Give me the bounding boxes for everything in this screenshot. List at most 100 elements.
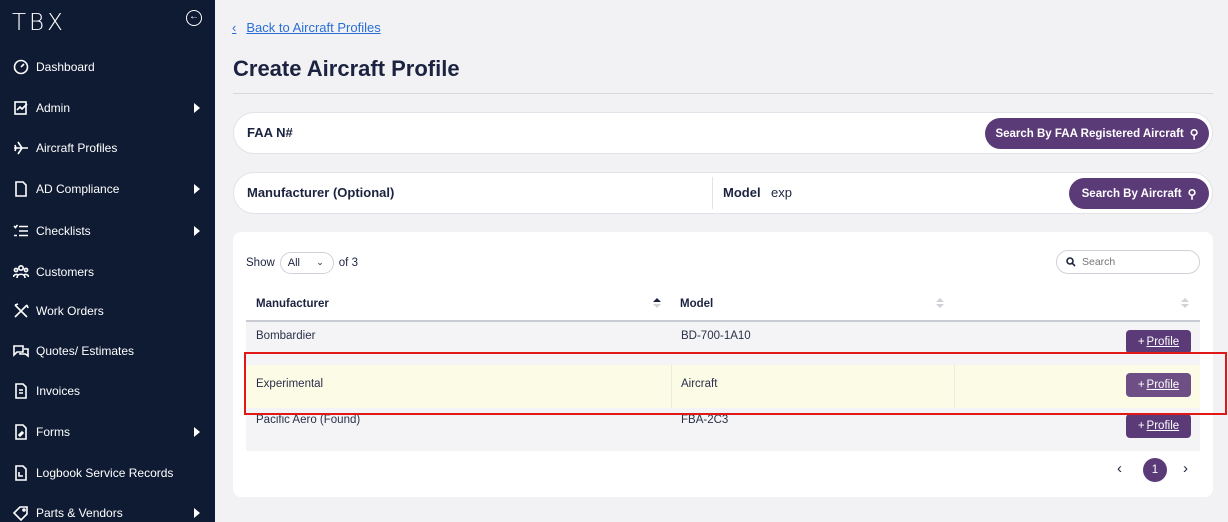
sidebar-item-invoices[interactable]: Invoices xyxy=(0,377,215,405)
sidebar-item-parts-vendors[interactable]: Parts & Vendors xyxy=(0,499,215,522)
submenu-arrow-icon xyxy=(194,427,200,437)
chat-icon xyxy=(12,342,30,360)
column-header-manufacturer[interactable]: Manufacturer xyxy=(256,288,656,320)
page-size-value: All xyxy=(287,257,301,269)
gauge-icon xyxy=(12,58,30,76)
faa-number-label: FAA N# xyxy=(247,125,293,140)
previous-page-button[interactable]: ‹ xyxy=(1117,460,1122,477)
sidebar-item-label: AD Compliance xyxy=(36,182,120,196)
back-to-aircraft-profiles-link[interactable]: ‹ Back to Aircraft Profiles xyxy=(232,20,381,35)
search-by-aircraft-label: Search By Aircraft xyxy=(1081,187,1182,200)
airplane-icon xyxy=(12,139,30,157)
add-profile-button[interactable]: + Profile xyxy=(1126,330,1191,354)
submenu-arrow-icon xyxy=(194,508,200,518)
table-row: Bombardier BD-700-1A10 + Profile xyxy=(246,322,1200,365)
sidebar-item-label: Dashboard xyxy=(36,60,95,74)
sidebar-item-label: Customers xyxy=(36,265,95,279)
sidebar-item-label: Work Orders xyxy=(36,304,104,318)
sidebar-item-aircraft-profiles[interactable]: Aircraft Profiles xyxy=(0,134,215,162)
of-count-label: of 3 xyxy=(338,257,358,269)
page-size-control: Show All ⌄ of 3 xyxy=(246,252,358,274)
sidebar-item-label: Forms xyxy=(36,425,70,439)
sort-icon[interactable] xyxy=(653,298,661,310)
submenu-arrow-icon xyxy=(194,226,200,236)
sidebar: TBX ← Dashboard Admin Aircraft Profiles … xyxy=(0,0,215,522)
checklist-icon xyxy=(12,222,30,240)
next-page-button[interactable]: › xyxy=(1183,460,1188,477)
sidebar-item-dashboard[interactable]: Dashboard xyxy=(0,53,215,81)
tools-icon xyxy=(12,302,30,320)
table-row: Experimental Aircraft + Profile xyxy=(246,365,1200,408)
results-table-card: Show All ⌄ of 3 Manufacturer Model Bomba… xyxy=(233,232,1213,497)
plus-icon: + xyxy=(1137,420,1145,432)
tbx-logo: TBX xyxy=(12,10,66,36)
sidebar-item-label: Checklists xyxy=(36,224,91,238)
sidebar-item-forms[interactable]: Forms xyxy=(0,418,215,446)
collapse-left-icon: ← xyxy=(189,11,199,22)
add-profile-label: Profile xyxy=(1146,336,1180,348)
collapse-sidebar-button[interactable]: ← xyxy=(186,10,202,26)
plus-icon: + xyxy=(1137,336,1145,348)
sidebar-item-label: Logbook Service Records xyxy=(36,466,174,480)
add-profile-label: Profile xyxy=(1146,420,1180,432)
search-icon: ⚲ xyxy=(1189,126,1199,141)
plus-icon: + xyxy=(1137,379,1145,391)
cell-manufacturer: Pacific Aero (Found) xyxy=(256,414,361,426)
column-header-model[interactable]: Model xyxy=(680,288,930,320)
forms-icon xyxy=(12,423,30,441)
table-row: Pacific Aero (Found) FBA-2C3 + Profile xyxy=(246,408,1200,451)
column-header-actions xyxy=(955,288,1155,320)
submenu-arrow-icon xyxy=(194,184,200,194)
chevron-left-icon: ‹ xyxy=(232,20,237,35)
back-link-label: Back to Aircraft Profiles xyxy=(246,20,381,35)
sidebar-item-label: Aircraft Profiles xyxy=(36,141,118,155)
search-by-aircraft-button[interactable]: Search By Aircraft ⚲ xyxy=(1069,178,1209,209)
cell-divider xyxy=(671,365,672,408)
tag-icon xyxy=(12,504,30,522)
sort-icon[interactable] xyxy=(936,298,944,310)
admin-chart-icon xyxy=(12,99,30,117)
model-label: Model xyxy=(723,185,761,200)
faa-search-bar: FAA N# Search By FAA Registered Aircraft… xyxy=(233,112,1213,154)
sort-icon[interactable] xyxy=(1181,298,1189,310)
title-divider xyxy=(233,93,1213,94)
invoice-icon xyxy=(12,382,30,400)
aircraft-search-bar: Manufacturer (Optional) Model Search By … xyxy=(233,172,1213,214)
sidebar-item-work-orders[interactable]: Work Orders xyxy=(0,297,215,325)
sidebar-item-checklists[interactable]: Checklists xyxy=(0,217,215,245)
sidebar-item-customers[interactable]: Customers xyxy=(0,258,215,286)
logbook-icon xyxy=(12,464,30,482)
submenu-arrow-icon xyxy=(194,103,200,113)
show-label: Show xyxy=(246,257,275,269)
page-size-select[interactable]: All ⌄ xyxy=(279,252,334,274)
sidebar-item-admin[interactable]: Admin xyxy=(0,94,215,122)
cell-model: FBA-2C3 xyxy=(681,414,729,426)
table-search-input[interactable] xyxy=(1082,256,1192,268)
sidebar-item-logbook-service-records[interactable]: Logbook Service Records xyxy=(0,459,215,487)
customers-icon xyxy=(12,263,30,281)
sidebar-item-label: Parts & Vendors xyxy=(36,506,123,520)
column-header-label: Manufacturer xyxy=(256,298,329,310)
search-icon: ⚲ xyxy=(1187,186,1197,201)
search-by-faa-button[interactable]: Search By FAA Registered Aircraft ⚲ xyxy=(985,118,1209,149)
search-icon xyxy=(1066,257,1076,267)
add-profile-button[interactable]: + Profile xyxy=(1126,373,1191,397)
sidebar-item-label: Admin xyxy=(36,101,71,115)
field-divider xyxy=(712,177,713,209)
add-profile-button[interactable]: + Profile xyxy=(1126,414,1191,438)
page-title: Create Aircraft Profile xyxy=(233,56,460,81)
manufacturer-input[interactable] xyxy=(414,185,704,200)
column-header-label: Model xyxy=(680,298,714,310)
sidebar-item-label: Quotes/ Estimates xyxy=(36,344,135,358)
sidebar-item-ad-compliance[interactable]: AD Compliance xyxy=(0,175,215,203)
cell-divider xyxy=(954,365,955,408)
faa-number-input[interactable] xyxy=(304,125,964,140)
model-input[interactable] xyxy=(771,185,1051,200)
sidebar-item-label: Invoices xyxy=(36,384,81,398)
sidebar-item-quotes-estimates[interactable]: Quotes/ Estimates xyxy=(0,337,215,365)
add-profile-label: Profile xyxy=(1146,379,1180,391)
page-1-button[interactable]: 1 xyxy=(1143,458,1167,482)
manufacturer-label: Manufacturer (Optional) xyxy=(247,185,395,200)
chevron-down-icon: ⌄ xyxy=(316,257,324,267)
table-search xyxy=(1056,250,1200,274)
